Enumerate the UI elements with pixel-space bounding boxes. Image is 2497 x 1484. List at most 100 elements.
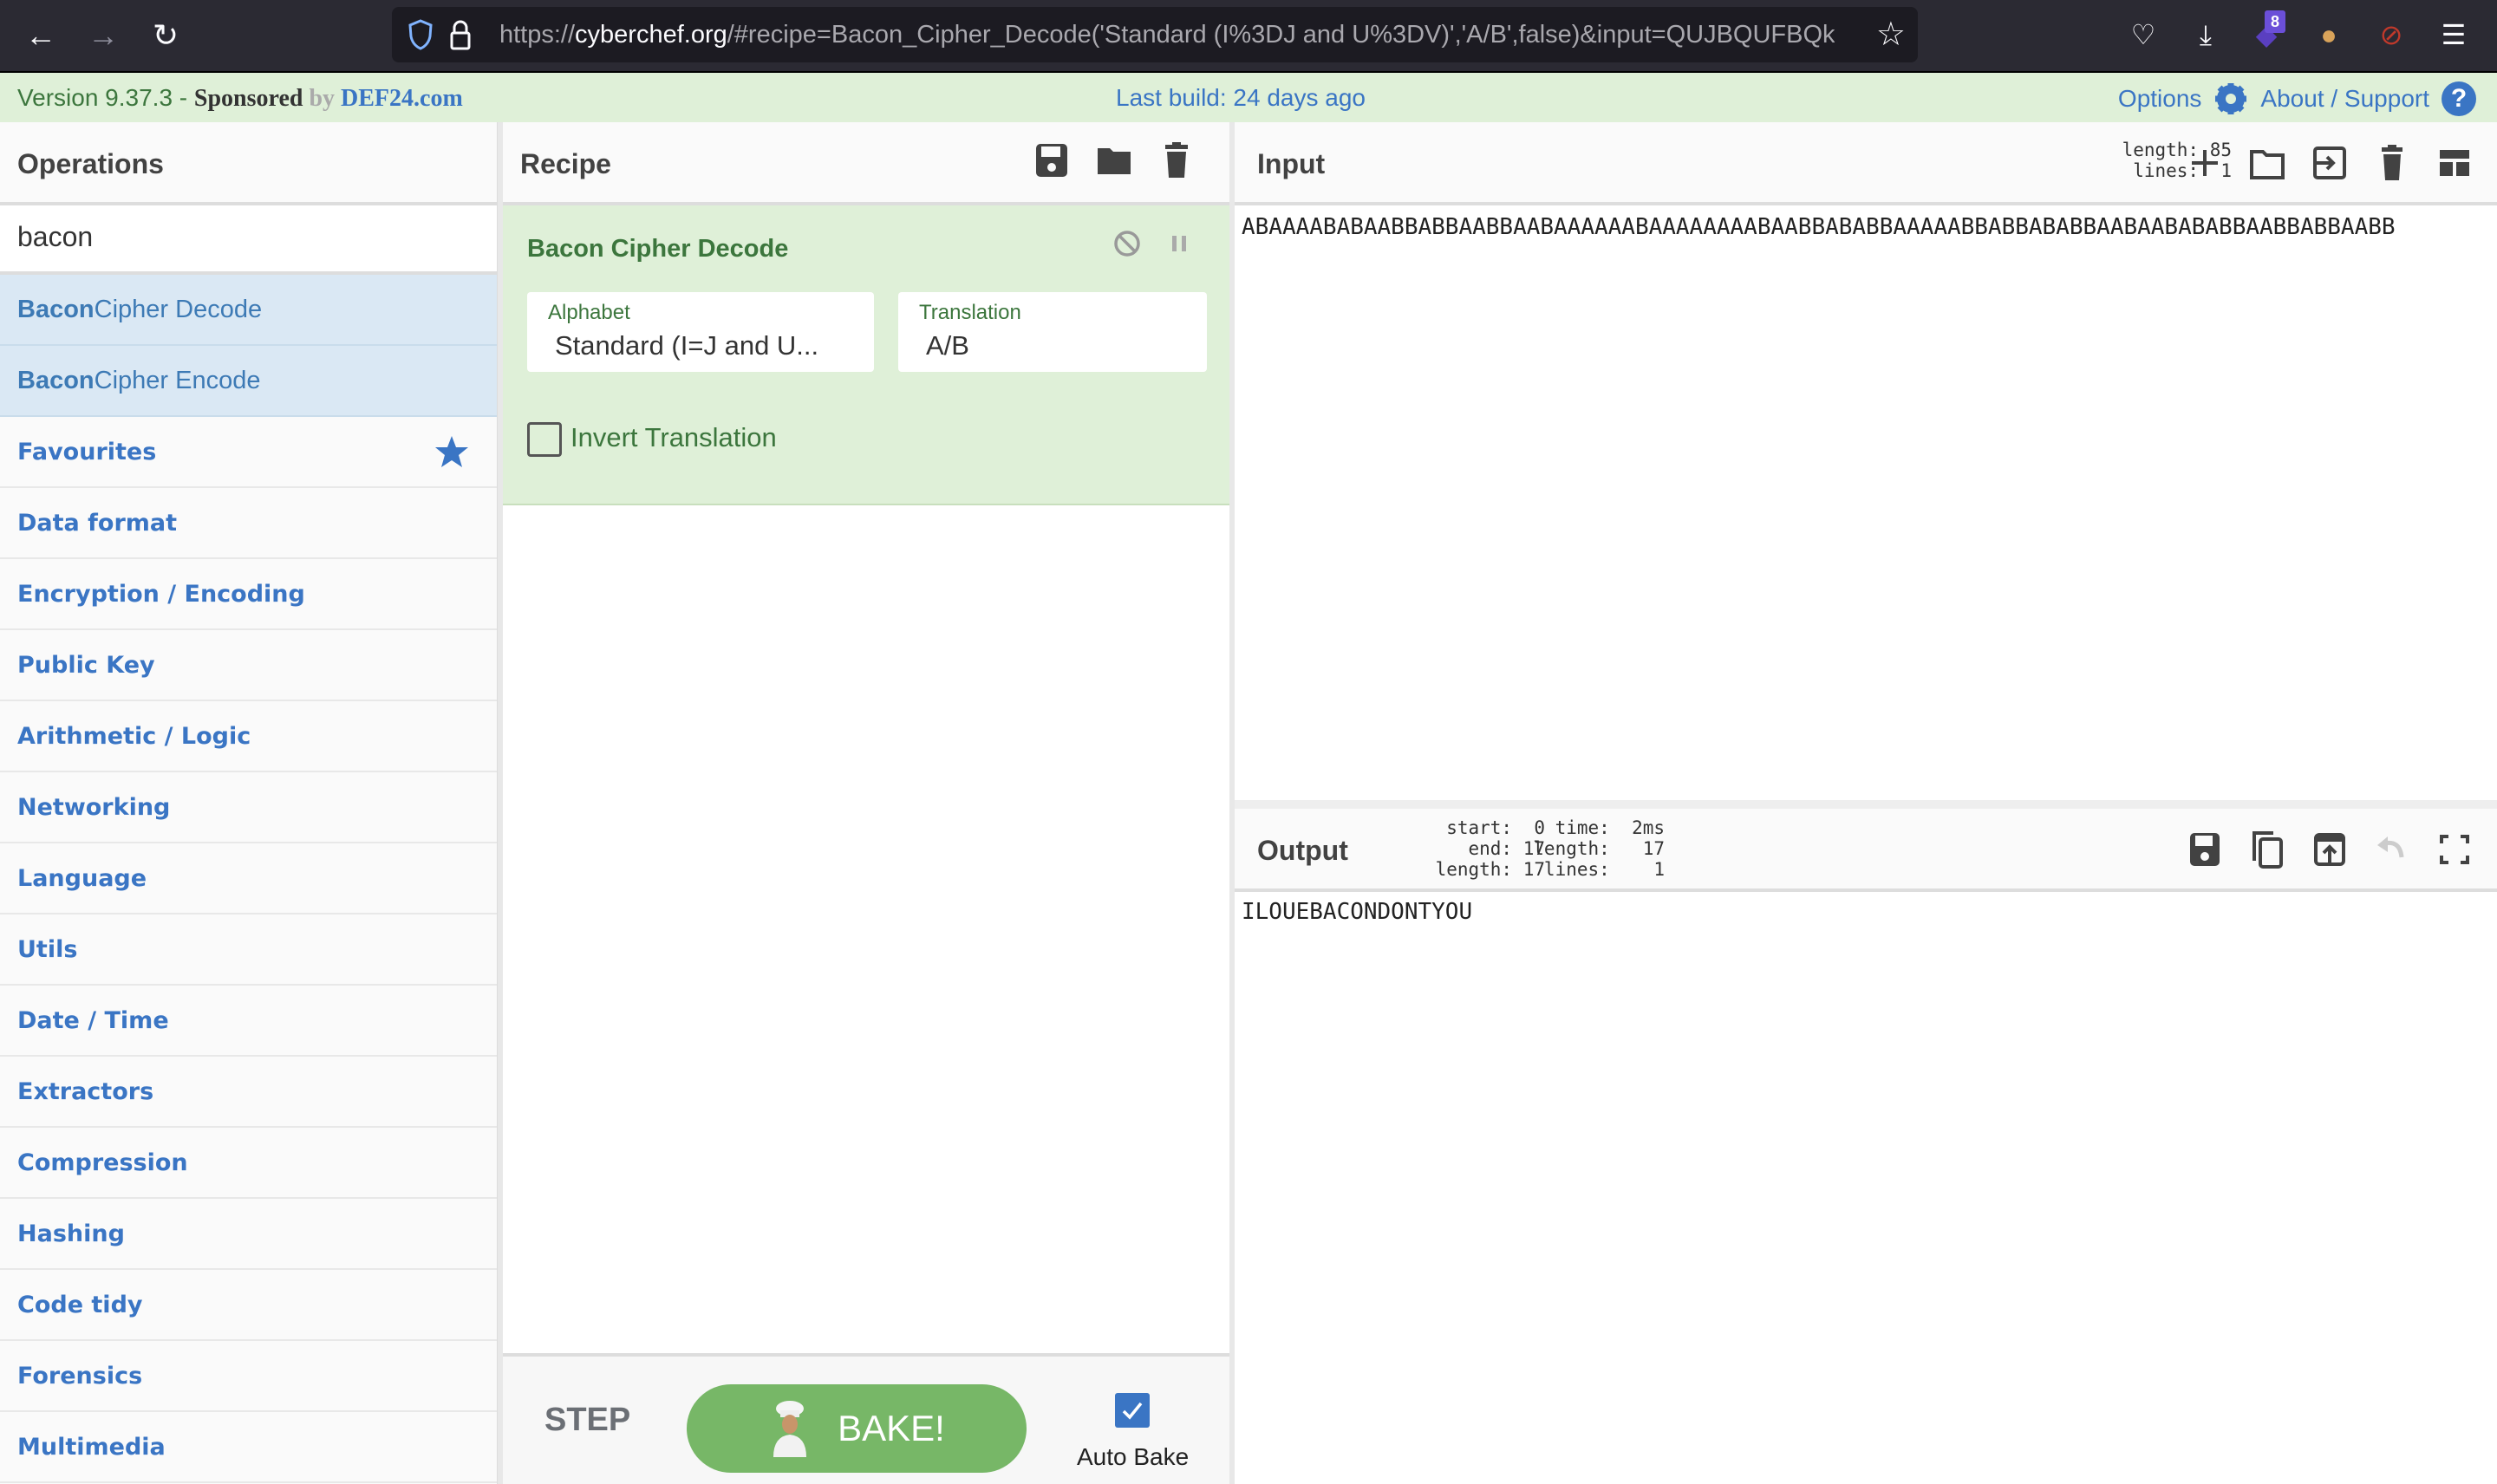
tracking-shield-icon[interactable] bbox=[407, 19, 434, 50]
bake-controls: STEP BAKE! Auto Bake bbox=[503, 1353, 1229, 1484]
pocket-icon[interactable]: ♡ bbox=[2124, 16, 2162, 54]
operation-name: Bacon Cipher Decode bbox=[527, 235, 789, 263]
browser-toolbar: ← → ↻ https://cyberchef.org/#recipe=Baco… bbox=[0, 0, 2497, 71]
category-date-time[interactable]: Date / Time bbox=[0, 986, 497, 1057]
help-icon[interactable]: ? bbox=[2442, 81, 2476, 116]
address-bar[interactable]: https://cyberchef.org/#recipe=Bacon_Ciph… bbox=[392, 7, 1918, 62]
menu-icon[interactable]: ☰ bbox=[2435, 16, 2473, 54]
options-link[interactable]: Options bbox=[2118, 85, 2202, 113]
io-panel: Input length: 85 lines: 1 ABAAAABABAABBA… bbox=[1235, 122, 2497, 1484]
operations-panel: Operations bacon Bacon Cipher Decode Bac… bbox=[0, 122, 498, 1484]
search-result-bacon-cipher-decode[interactable]: Bacon Cipher Decode bbox=[0, 275, 497, 346]
bookmark-star-icon[interactable]: ☆ bbox=[1876, 16, 1906, 54]
undo-icon[interactable] bbox=[2374, 830, 2410, 869]
step-button[interactable]: STEP bbox=[544, 1402, 630, 1439]
category-label: Multimedia bbox=[17, 1433, 166, 1461]
output-textarea[interactable]: ILOUEBACONDONTYOU bbox=[1242, 899, 1472, 925]
recipe-title: Recipe bbox=[520, 148, 611, 179]
back-button[interactable]: ← bbox=[21, 16, 61, 55]
category-label: Public Key bbox=[17, 651, 155, 679]
reset-layout-icon[interactable] bbox=[2436, 143, 2473, 183]
url-path: /#recipe=Bacon_Cipher_Decode('Standard (… bbox=[727, 21, 1835, 49]
input-output-resize-gutter[interactable] bbox=[1235, 800, 2497, 809]
forward-button[interactable]: → bbox=[83, 16, 123, 55]
category-networking[interactable]: Networking bbox=[0, 772, 497, 843]
url-text[interactable]: https://cyberchef.org/#recipe=Bacon_Ciph… bbox=[499, 19, 1835, 50]
clear-recipe-trash-icon[interactable] bbox=[1158, 141, 1195, 179]
auto-bake-checkbox[interactable] bbox=[1115, 1393, 1150, 1428]
category-favourites[interactable]: Favourites bbox=[0, 417, 497, 488]
category-utils[interactable]: Utils bbox=[0, 914, 497, 986]
cyberchef-banner: Version 9.37.3 - Sponsored by DEF24.com … bbox=[0, 71, 2497, 122]
open-input-file-icon[interactable] bbox=[2311, 143, 2348, 183]
invert-translation-checkbox[interactable] bbox=[527, 422, 562, 457]
lock-icon[interactable] bbox=[447, 19, 473, 50]
category-arithmetic-logic[interactable]: Arithmetic / Logic bbox=[0, 701, 497, 772]
save-recipe-icon[interactable] bbox=[1033, 141, 1070, 179]
url-scheme: https:// bbox=[499, 21, 576, 49]
category-label: Utils bbox=[17, 935, 78, 963]
category-multimedia[interactable]: Multimedia bbox=[0, 1412, 497, 1483]
category-data-format[interactable]: Data format bbox=[0, 488, 497, 559]
cookie-extension-icon[interactable]: ● bbox=[2310, 16, 2348, 54]
category-public-key[interactable]: Public Key bbox=[0, 630, 497, 701]
copy-output-icon[interactable] bbox=[2249, 830, 2285, 869]
add-input-tab-plus-icon[interactable] bbox=[2187, 143, 2223, 183]
category-label: Networking bbox=[17, 793, 171, 821]
save-output-icon[interactable] bbox=[2187, 830, 2223, 869]
clear-input-trash-icon[interactable] bbox=[2374, 143, 2410, 183]
input-textarea[interactable]: ABAAAABABAABBABBAABBAABAAAAAABAAAAAAAABA… bbox=[1242, 214, 2396, 240]
extension-badge: 8 bbox=[2265, 10, 2285, 33]
output-title: Output bbox=[1257, 835, 1348, 866]
category-compression[interactable]: Compression bbox=[0, 1128, 497, 1199]
alphabet-value: Standard (I=J and U... bbox=[555, 330, 819, 361]
about-support-link[interactable]: About / Support bbox=[2260, 85, 2429, 113]
auto-bake-label[interactable]: Auto Bake bbox=[1077, 1443, 1189, 1471]
maximise-output-icon[interactable] bbox=[2436, 830, 2473, 869]
category-hashing[interactable]: Hashing bbox=[0, 1199, 497, 1270]
output-stats: time: 2ms length: 17 lines: 1 bbox=[1533, 817, 1665, 880]
open-file-folder-icon[interactable] bbox=[2249, 143, 2285, 183]
category-forensics[interactable]: Forensics bbox=[0, 1341, 497, 1412]
result-match: Bacon bbox=[17, 366, 95, 394]
category-language[interactable]: Language bbox=[0, 843, 497, 914]
version-info: Version 9.37.3 - Sponsored by DEF24.com bbox=[17, 84, 463, 113]
category-label: Forensics bbox=[17, 1362, 143, 1390]
breakpoint-pause-icon[interactable] bbox=[1164, 226, 1195, 261]
output-header: Output start: 0 end: 17 length: 17 time:… bbox=[1235, 809, 2497, 892]
operations-title: Operations bbox=[17, 148, 164, 179]
invert-translation-label[interactable]: Invert Translation bbox=[570, 422, 777, 453]
translation-select[interactable]: Translation A/B bbox=[898, 292, 1207, 372]
recipe-panel: Recipe Bacon Cipher Decode Alphabet Stan… bbox=[503, 122, 1229, 1484]
category-label: Data format bbox=[17, 509, 178, 537]
load-recipe-folder-icon[interactable] bbox=[1096, 141, 1132, 179]
category-label: Hashing bbox=[17, 1220, 125, 1247]
category-label: Date / Time bbox=[17, 1006, 169, 1034]
category-encryption-encoding[interactable]: Encryption / Encoding bbox=[0, 559, 497, 630]
chef-icon bbox=[773, 1401, 807, 1457]
bake-button[interactable]: BAKE! bbox=[687, 1384, 1027, 1473]
alphabet-label: Alphabet bbox=[548, 301, 630, 324]
disable-operation-icon[interactable] bbox=[1112, 226, 1143, 261]
operations-search-input[interactable]: bacon bbox=[0, 205, 497, 275]
category-label: Favourites bbox=[17, 438, 157, 465]
downloads-icon[interactable]: ⤓ bbox=[2187, 16, 2225, 54]
category-label: Compression bbox=[17, 1149, 188, 1176]
result-label: Cipher Decode bbox=[94, 295, 263, 323]
gear-icon[interactable] bbox=[2213, 81, 2248, 116]
recipe-operation-bacon-cipher-decode[interactable]: Bacon Cipher Decode Alphabet Standard (I… bbox=[503, 205, 1229, 505]
cookie-block-extension-icon[interactable]: ⊘ bbox=[2372, 16, 2410, 54]
reload-button[interactable]: ↻ bbox=[146, 16, 186, 55]
search-result-bacon-cipher-encode[interactable]: Bacon Cipher Encode bbox=[0, 346, 497, 417]
category-code-tidy[interactable]: Code tidy bbox=[0, 1270, 497, 1341]
category-label: Extractors bbox=[17, 1077, 154, 1105]
replace-input-with-output-icon[interactable] bbox=[2311, 830, 2348, 869]
input-title: Input bbox=[1257, 148, 1326, 179]
alphabet-select[interactable]: Alphabet Standard (I=J and U... bbox=[527, 292, 874, 372]
sponsored-by-text: by bbox=[303, 85, 342, 112]
sponsored-text: Sponsored bbox=[193, 85, 303, 112]
translation-value: A/B bbox=[926, 330, 969, 361]
input-header: Input length: 85 lines: 1 bbox=[1235, 122, 2497, 205]
sponsor-link[interactable]: DEF24.com bbox=[341, 85, 463, 112]
category-extractors[interactable]: Extractors bbox=[0, 1057, 497, 1128]
